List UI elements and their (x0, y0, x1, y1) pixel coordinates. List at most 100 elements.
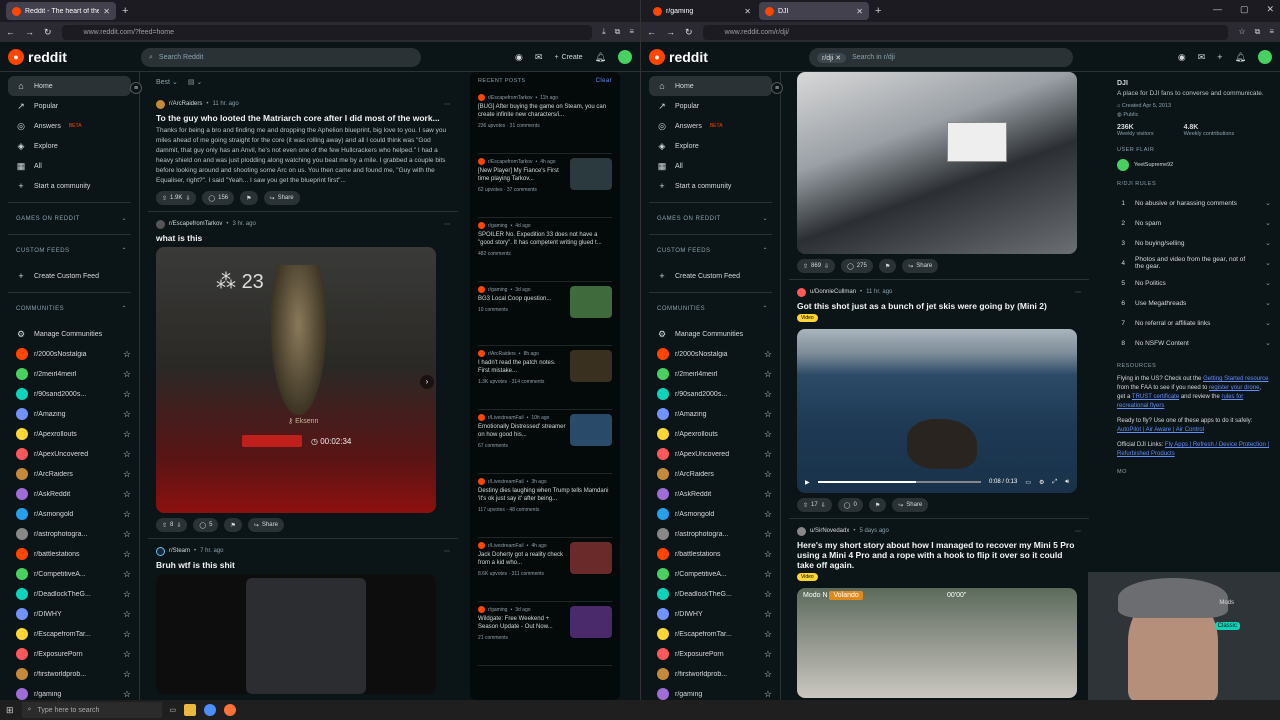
post-jetskis[interactable]: u/DonnieCullman • 11 hr. ago ⋯ Got this sho… (789, 280, 1089, 519)
favorite-star-icon[interactable]: ☆ (764, 509, 772, 520)
post-title[interactable]: what is this (156, 233, 450, 243)
plus-icon[interactable]: + (1217, 52, 1222, 62)
favorite-star-icon[interactable]: ☆ (123, 469, 131, 480)
nav-popular[interactable]: ↗ Popular (8, 96, 131, 116)
recent-post-item[interactable]: r/LivestreamFail • 10h ago Emotionally Dist… (478, 410, 612, 474)
favorite-star-icon[interactable]: ☆ (764, 529, 772, 540)
favorite-star-icon[interactable]: ☆ (764, 569, 772, 580)
favorite-star-icon[interactable]: ☆ (123, 589, 131, 600)
forward-icon[interactable]: → (25, 27, 34, 37)
community-item[interactable]: r/90sand2000s... ☆ (8, 384, 131, 404)
right-address-field[interactable]: www.reddit.com/r/dji/ (702, 24, 1229, 40)
recent-post-item[interactable]: r/gaming • 4d ago SPOILER No. Expedition 33… (478, 218, 612, 282)
post-community[interactable]: r/ArcRaiders (169, 101, 202, 107)
community-item[interactable]: r/2000sNostalgia ☆ (649, 344, 772, 364)
recent-post-item[interactable]: r/EscapefromTarkov • 11h ago [BUG] After bu… (478, 90, 612, 154)
close-window-icon[interactable]: ✕ (1266, 4, 1274, 15)
chat-icon[interactable]: ✉ (1198, 52, 1206, 63)
post-title[interactable]: Here's my short story about how I manage… (797, 540, 1081, 570)
extensions-icon[interactable]: ⧉ (615, 27, 621, 37)
downvote-icon[interactable]: ⇩ (185, 195, 190, 202)
favorite-star-icon[interactable]: ☆ (764, 589, 772, 600)
section-games[interactable]: GAMES ON REDDIT ⌄ (649, 202, 772, 234)
recent-post-item[interactable]: r/gaming • 3d ago Wildgate: Free Weekend + … (478, 602, 612, 666)
favorite-star-icon[interactable]: ☆ (123, 449, 131, 460)
favorite-star-icon[interactable]: ☆ (764, 409, 772, 420)
community-item[interactable]: r/gaming ☆ (649, 684, 772, 700)
community-item[interactable]: r/CompetitiveA... ☆ (8, 564, 131, 584)
downvote-icon[interactable]: ⇩ (824, 263, 829, 270)
section-custom-feeds[interactable]: CUSTOM FEEDS ⌃ (649, 234, 772, 266)
maximize-icon[interactable]: ▢ (1240, 4, 1249, 15)
community-item[interactable]: r/EscapefromTar... ☆ (649, 624, 772, 644)
back-icon[interactable]: ← (647, 27, 656, 37)
community-item[interactable]: r/Asmongold ☆ (649, 504, 772, 524)
favorite-star-icon[interactable]: ☆ (123, 609, 131, 620)
section-communities[interactable]: COMMUNITIES ⌃ (649, 292, 772, 324)
post-title[interactable]: Got this shot just as a bunch of jet ski… (797, 301, 1081, 311)
favorite-star-icon[interactable]: ☆ (764, 629, 772, 640)
view-dropdown[interactable]: ▤ ⌄ (188, 78, 202, 86)
extensions-icon[interactable]: ⧉ (1255, 27, 1261, 37)
favorite-star-icon[interactable]: ☆ (123, 489, 131, 500)
nav-start-a-community[interactable]: + Start a community (8, 176, 131, 196)
rule-item[interactable]: 8 No NSFW Content ⌄ (1117, 333, 1271, 353)
clear-recent-button[interactable]: Clear (596, 78, 612, 84)
favorite-star-icon[interactable]: ☆ (764, 489, 772, 500)
community-item[interactable]: r/astrophotogra... ☆ (8, 524, 131, 544)
community-item[interactable]: r/ApexUncovered ☆ (8, 444, 131, 464)
favorite-star-icon[interactable]: ☆ (764, 649, 772, 660)
ads-icon[interactable]: ◉ (1178, 52, 1186, 63)
nav-all[interactable]: ▦ All (649, 156, 772, 176)
more-options-icon[interactable]: ⋯ (444, 221, 450, 228)
nav-answers[interactable]: ◎ Answers BETA (8, 116, 131, 136)
video-player[interactable]: ▶ 0:08 / 0:13 ▭ ⚙ ⤢ 🔊︎ (797, 329, 1077, 493)
favorite-star-icon[interactable]: ☆ (123, 369, 131, 380)
award-button[interactable]: ⚑ (878, 259, 897, 273)
favorite-star-icon[interactable]: ☆ (764, 609, 772, 620)
more-options-icon[interactable]: ⋯ (1075, 289, 1081, 296)
community-item[interactable]: r/ExposurePorn ☆ (649, 644, 772, 664)
post-community[interactable]: r/EscapefromTarkov (169, 221, 222, 227)
more-options-icon[interactable]: ⋯ (444, 101, 450, 108)
community-item[interactable]: r/ArcRaiders ☆ (649, 464, 772, 484)
community-item[interactable]: r/DeadlockTheG... ☆ (8, 584, 131, 604)
community-item[interactable]: r/2meirl4meirl ☆ (8, 364, 131, 384)
resource-link[interactable]: AutoPilot | Air Aware | Air Control (1117, 427, 1204, 433)
close-tab-icon[interactable]: ✕ (744, 7, 751, 16)
post-image[interactable]: ⁂ 23 ⚷ Eksenn ◷ 00:02:34 › (156, 247, 436, 513)
recent-post-item[interactable]: r/gaming • 3d ago BG3 Local Coop question..… (478, 282, 612, 346)
upvote-icon[interactable]: ⇧ (162, 195, 167, 202)
resource-link[interactable]: register your drone (1209, 385, 1259, 391)
share-button[interactable]: ↪ Share (902, 259, 939, 273)
favorite-star-icon[interactable]: ☆ (123, 409, 131, 420)
post-steam[interactable]: r/Steam • 7 hr. ago ⋯ Bruh wtf is this shit (148, 539, 458, 700)
favorite-star-icon[interactable]: ☆ (123, 629, 131, 640)
community-item[interactable]: r/Apexrollouts ☆ (649, 424, 772, 444)
section-custom-feeds[interactable]: CUSTOM FEEDS ⌃ (8, 234, 131, 266)
favorite-star-icon[interactable]: ☆ (123, 349, 131, 360)
vote-control[interactable]: ⇧ 869 ⇩ (797, 259, 836, 273)
right-tab-gaming[interactable]: r/gaming ✕ (647, 2, 757, 20)
resource-link[interactable]: Getting Started resource (1203, 376, 1268, 382)
search-input[interactable]: ⌕ Search Reddit (141, 48, 421, 67)
manage-communities[interactable]: ⚙ Manage Communities (8, 324, 131, 344)
comments-button[interactable]: ◯ 0 (837, 498, 863, 512)
manage-communities[interactable]: ⚙ Manage Communities (649, 324, 772, 344)
seek-bar[interactable] (817, 481, 981, 483)
post-user[interactable]: u/DonnieCullman (810, 289, 856, 295)
favorite-star-icon[interactable]: ☆ (123, 569, 131, 580)
new-tab-icon[interactable]: + (122, 5, 128, 17)
create-button[interactable]: + Create (554, 54, 582, 61)
play-icon[interactable]: ▶ (805, 479, 810, 486)
favorite-star-icon[interactable]: ☆ (123, 389, 131, 400)
forward-icon[interactable]: → (666, 27, 675, 37)
comments-button[interactable]: ◯ 156 (202, 191, 235, 205)
rule-item[interactable]: 6 Use Megathreads ⌄ (1117, 293, 1271, 313)
resource-link[interactable]: TRUST certificate (1132, 394, 1179, 400)
community-item[interactable]: r/EscapefromTar... ☆ (8, 624, 131, 644)
recent-post-item[interactable]: r/ArcRaiders • 8h ago I hadn't read the pat… (478, 346, 612, 410)
nav-explore[interactable]: ◈ Explore (8, 136, 131, 156)
left-address-field[interactable]: www.reddit.com/?feed=home (61, 24, 593, 40)
reload-icon[interactable]: ↻ (685, 27, 693, 38)
